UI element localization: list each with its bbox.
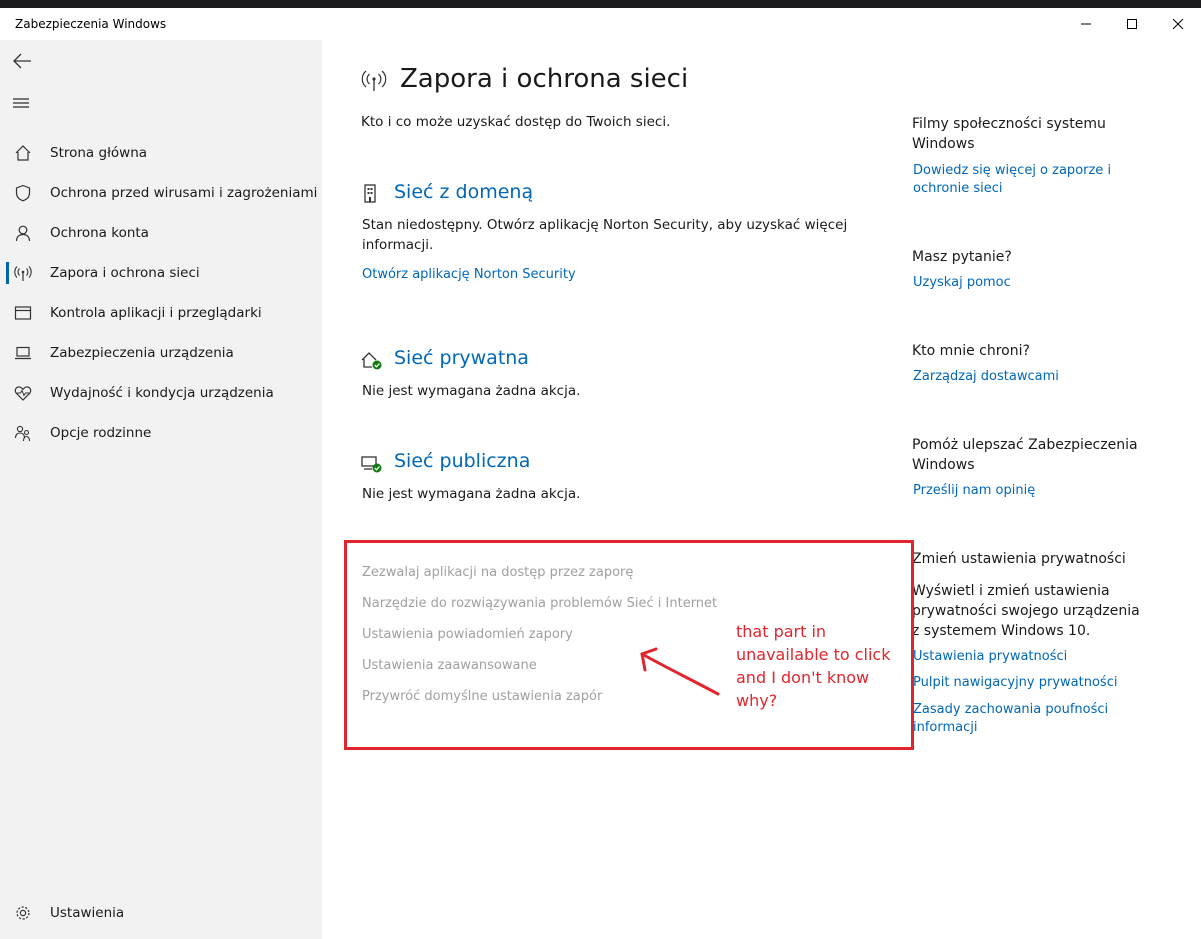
page-subtitle: Kto i co może uzyskać dostęp do Twoich s… bbox=[361, 114, 671, 130]
privacy-description: Wyświetl i zmień ustawienia prywatności … bbox=[912, 583, 1140, 639]
who-protects-heading: Kto mnie chroni? bbox=[912, 343, 1030, 359]
domain-network-link[interactable]: Sieć z domeną bbox=[394, 181, 533, 203]
page-title: Zapora i ochrona sieci bbox=[400, 64, 689, 94]
send-feedback-link[interactable]: Prześlij nam opinię bbox=[913, 482, 1143, 500]
back-arrow-icon bbox=[13, 53, 31, 69]
improve-heading: Pomóż ulepszać Zabezpieczenia Windows bbox=[912, 437, 1138, 473]
home-icon bbox=[13, 143, 33, 163]
sidebar-item-label: Wydajność i kondycja urządzenia bbox=[50, 385, 274, 401]
person-icon bbox=[13, 223, 33, 243]
sidebar-item-firewall[interactable]: Zapora i ochrona sieci bbox=[0, 253, 322, 293]
sidebar-item-label: Ochrona konta bbox=[50, 225, 149, 241]
family-icon bbox=[13, 423, 33, 443]
annotation-text: that part in unavailable to click and I … bbox=[736, 622, 891, 710]
gear-icon bbox=[13, 903, 33, 923]
privacy-settings-link[interactable]: Ustawienia prywatności bbox=[913, 648, 1143, 666]
sidebar-item-label: Zabezpieczenia urządzenia bbox=[50, 345, 234, 361]
domain-network-status: Stan niedostępny. Otwórz aplikację Norto… bbox=[362, 217, 848, 253]
close-button[interactable] bbox=[1155, 8, 1201, 40]
minimize-button[interactable] bbox=[1063, 8, 1109, 40]
sidebar-item-label: Opcje rodzinne bbox=[50, 425, 152, 441]
private-network-link[interactable]: Sieć prywatna bbox=[394, 347, 529, 369]
selected-indicator bbox=[6, 262, 9, 284]
sidebar-item-label: Strona główna bbox=[50, 145, 148, 161]
wireless-antenna-icon bbox=[13, 263, 33, 283]
question-heading: Masz pytanie? bbox=[912, 249, 1012, 265]
privacy-heading: Zmień ustawienia prywatności bbox=[912, 551, 1126, 567]
shield-icon bbox=[13, 183, 33, 203]
sidebar: Strona główna Ochrona przed wirusami i z… bbox=[0, 40, 322, 939]
community-videos-heading: Filmy społeczności systemu Windows bbox=[912, 116, 1106, 152]
browser-window-icon bbox=[13, 303, 33, 323]
get-help-link[interactable]: Uzyskaj pomoc bbox=[913, 274, 1143, 292]
sidebar-item-account-protection[interactable]: Ochrona konta bbox=[0, 213, 322, 253]
hamburger-icon bbox=[13, 98, 29, 108]
learn-more-firewall-link[interactable]: Dowiedz się więcej o zaporze i ochronie … bbox=[913, 162, 1113, 198]
maximize-icon bbox=[1127, 19, 1137, 29]
public-network-ok-icon bbox=[360, 453, 384, 475]
wireless-antenna-icon bbox=[361, 69, 387, 93]
sidebar-item-label: Ustawienia bbox=[50, 905, 125, 921]
sidebar-item-device-performance[interactable]: Wydajność i kondycja urządzenia bbox=[0, 373, 322, 413]
annotation-arrow-icon bbox=[640, 647, 720, 696]
sidebar-item-device-security[interactable]: Zabezpieczenia urządzenia bbox=[0, 333, 322, 373]
sidebar-item-app-browser-control[interactable]: Kontrola aplikacji i przeglądarki bbox=[0, 293, 322, 333]
laptop-icon bbox=[13, 343, 33, 363]
minimize-icon bbox=[1081, 23, 1091, 25]
privacy-dashboard-link[interactable]: Pulpit nawigacyjny prywatności bbox=[913, 674, 1143, 692]
sidebar-item-label: Kontrola aplikacji i przeglądarki bbox=[50, 305, 262, 321]
open-norton-link[interactable]: Otwórz aplikację Norton Security bbox=[362, 267, 576, 282]
sidebar-item-label: Ochrona przed wirusami i zagrożeniami bbox=[50, 185, 318, 201]
title-bar: Zabezpieczenia Windows bbox=[0, 8, 1201, 40]
sidebar-item-home[interactable]: Strona główna bbox=[0, 133, 322, 173]
public-network-status: Nie jest wymagana żadna akcja. bbox=[362, 486, 581, 502]
sidebar-item-label: Zapora i ochrona sieci bbox=[50, 265, 200, 281]
back-button[interactable] bbox=[10, 48, 36, 74]
privacy-statement-link[interactable]: Zasady zachowania poufności informacji bbox=[913, 701, 1113, 737]
hamburger-menu-button[interactable] bbox=[10, 93, 36, 115]
manage-providers-link[interactable]: Zarządzaj dostawcami bbox=[913, 368, 1143, 386]
heart-pulse-icon bbox=[13, 383, 33, 403]
sidebar-item-family-options[interactable]: Opcje rodzinne bbox=[0, 413, 322, 453]
public-network-link[interactable]: Sieć publiczna bbox=[394, 450, 530, 472]
private-network-status: Nie jest wymagana żadna akcja. bbox=[362, 383, 581, 399]
maximize-button[interactable] bbox=[1109, 8, 1155, 40]
building-icon bbox=[360, 183, 384, 205]
sidebar-item-settings[interactable]: Ustawienia bbox=[0, 893, 322, 933]
home-network-ok-icon bbox=[360, 350, 384, 372]
sidebar-item-virus-protection[interactable]: Ochrona przed wirusami i zagrożeniami bbox=[0, 173, 322, 213]
close-icon bbox=[1172, 18, 1184, 30]
window-title: Zabezpieczenia Windows bbox=[15, 17, 167, 31]
desktop-strip bbox=[0, 0, 1201, 8]
